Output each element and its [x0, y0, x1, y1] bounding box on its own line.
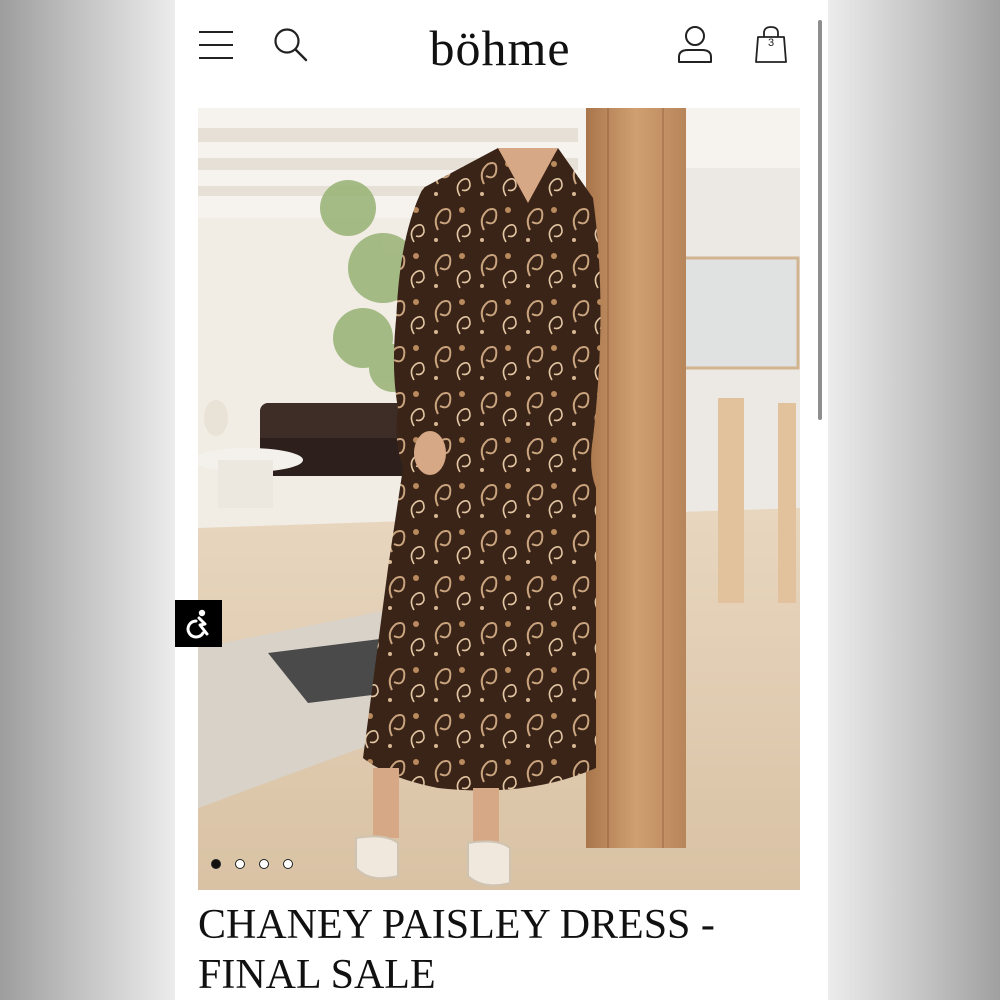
- scrollbar[interactable]: [818, 20, 822, 420]
- account-icon: [678, 26, 712, 63]
- account-button[interactable]: [673, 22, 717, 66]
- accessibility-icon: [186, 609, 208, 638]
- mobile-page: böhme 3 CHANEY PAISLEY DRESS - FINAL SAL…: [175, 0, 828, 1000]
- cart-count-badge: 3: [767, 37, 775, 49]
- carousel-dot-4[interactable]: [283, 859, 293, 869]
- search-icon: [274, 28, 308, 62]
- product-title-line-2: FINAL SALE: [198, 952, 436, 998]
- search-button[interactable]: [270, 24, 312, 66]
- product-image[interactable]: [198, 108, 800, 890]
- accessibility-button[interactable]: [175, 600, 222, 647]
- carousel-dot-1[interactable]: [211, 859, 221, 869]
- brand-logo[interactable]: böhme: [395, 18, 605, 78]
- carousel-indicators: [211, 859, 293, 869]
- product-title: CHANEY PAISLEY DRESS - FINAL SALE: [198, 900, 798, 1000]
- site-header: böhme 3: [175, 0, 828, 95]
- carousel-dot-2[interactable]: [235, 859, 245, 869]
- carousel-dot-3[interactable]: [259, 859, 269, 869]
- background-blur-right: [828, 0, 1000, 1000]
- background-blur-left: [0, 0, 175, 1000]
- cart-button[interactable]: 3: [749, 22, 793, 66]
- product-title-line-1: CHANEY PAISLEY DRESS -: [198, 902, 715, 948]
- menu-button[interactable]: [195, 24, 237, 66]
- hamburger-menu-icon: [199, 31, 233, 59]
- product-photo-illustration: [198, 108, 800, 890]
